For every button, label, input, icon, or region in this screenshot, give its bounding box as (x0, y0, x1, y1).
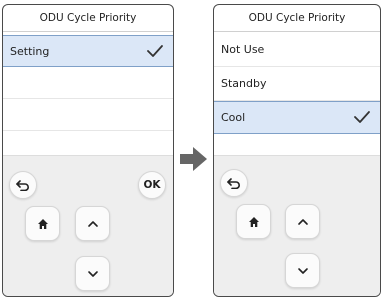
down-button[interactable] (285, 253, 320, 288)
down-button[interactable] (75, 256, 110, 291)
keypad: OK (3, 155, 173, 296)
menu-item-cool[interactable]: Cool (214, 101, 380, 134)
up-button[interactable] (285, 204, 320, 239)
up-button[interactable] (75, 206, 110, 241)
menu-item-label: Standby (221, 77, 267, 90)
menu-item-standby[interactable]: Standby (214, 67, 380, 101)
menu-item-not-use[interactable]: Not Use (214, 33, 380, 67)
check-icon (354, 111, 370, 123)
home-icon (37, 218, 48, 229)
home-button[interactable] (25, 206, 60, 241)
screen-title: ODU Cycle Priority (214, 5, 380, 32)
back-arrow-icon (16, 179, 29, 191)
chevron-up-icon (87, 220, 98, 227)
keypad (214, 155, 380, 296)
home-icon (248, 216, 259, 227)
menu-item-label: Cool (221, 111, 246, 124)
chevron-down-icon (87, 270, 98, 277)
screen-before: ODU Cycle Priority Setting OK (2, 4, 174, 297)
back-arrow-icon (227, 177, 240, 189)
menu-item-setting[interactable]: Setting (3, 35, 173, 67)
check-icon (147, 45, 163, 57)
right-arrow-icon (180, 147, 207, 171)
back-button[interactable] (9, 171, 37, 199)
screen-title: ODU Cycle Priority (3, 5, 173, 32)
screen-after: ODU Cycle Priority Not Use Standby Cool (213, 4, 381, 297)
back-button[interactable] (220, 169, 248, 197)
home-button[interactable] (236, 204, 271, 239)
ok-label: OK (143, 179, 161, 191)
list-item-empty (3, 123, 173, 155)
chevron-down-icon (297, 267, 308, 274)
ok-button[interactable]: OK (138, 171, 166, 199)
chevron-up-icon (297, 218, 308, 225)
menu-item-label: Not Use (221, 43, 265, 56)
list-item-empty (3, 67, 173, 99)
menu-item-label: Setting (10, 44, 50, 58)
